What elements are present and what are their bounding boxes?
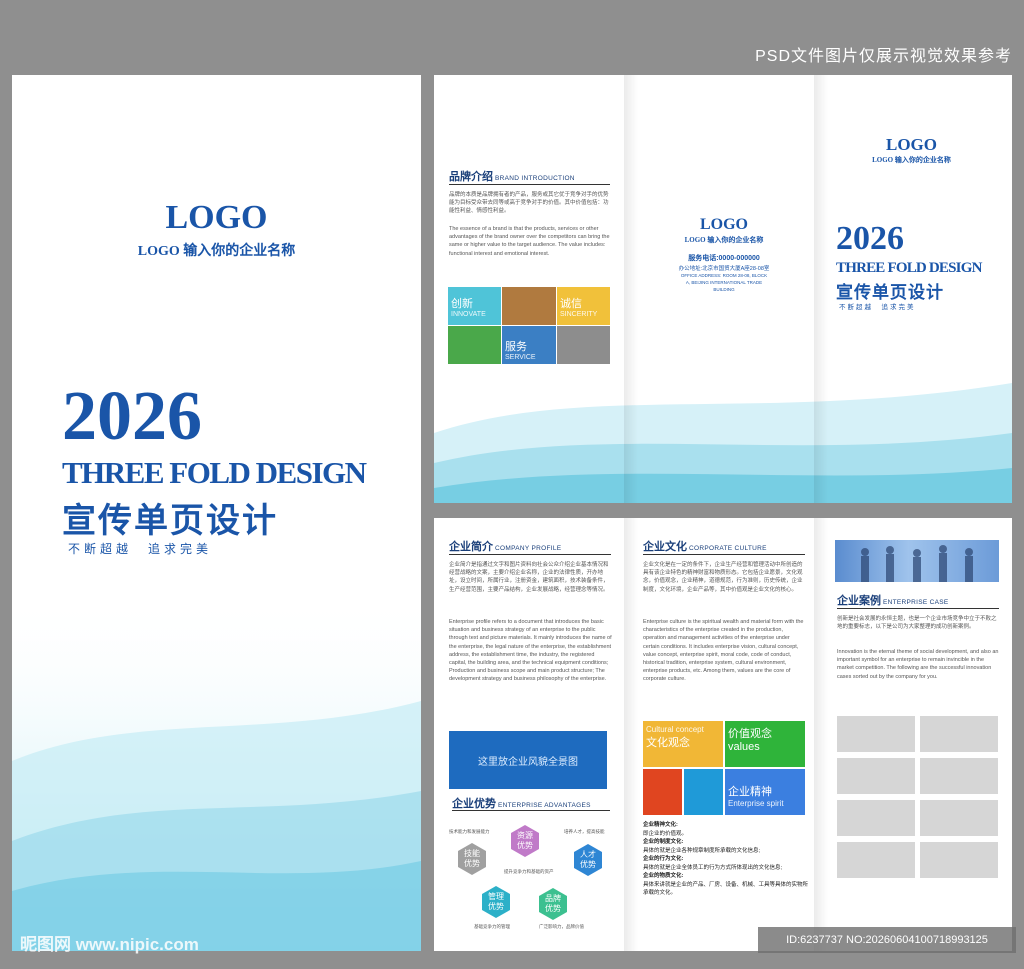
culture-tile-blue: [684, 769, 723, 815]
hex-skill: 技能优势: [458, 843, 486, 875]
right-logo-sub: LOGO 输入你的企业名称: [872, 156, 951, 164]
case-image-placeholder: [837, 800, 915, 836]
adv-caption: 广泛影响力，品牌价值: [539, 924, 584, 929]
hex-brand: 品牌优势: [539, 888, 567, 920]
adv-heading: 企业优势 ENTERPRISE ADVANTAGES: [452, 798, 591, 810]
right-title-en: THREE FOLD DESIGN: [836, 260, 982, 276]
cover-wave: [12, 591, 421, 951]
culture-heading: 企业文化 CORPORATE CULTURE: [643, 541, 767, 553]
cover-panel: LOGO LOGO 输入你的企业名称 2026 THREE FOLD DESIG…: [12, 75, 421, 951]
case-image-placeholder: [837, 758, 915, 794]
hex-resource: 资源优势: [511, 825, 539, 857]
panorama-placeholder: 这里放企业风貌全景图: [449, 731, 607, 789]
right-year: 2026: [836, 220, 904, 257]
mid-address-en: OFFICE ADDRESS: ROOM 28-08, BLOCK A, BEI…: [680, 273, 768, 292]
inner-trifold: 企业简介 COMPANY PROFILE 企业简介是指通过文字和图片资料向社会公众…: [434, 518, 1012, 951]
mid-address-cn: 办公地址:北京市国贸大厦A座28-08室: [678, 266, 770, 272]
culture-tile-spirit: 企业精神 Enterprise spirit: [725, 769, 805, 815]
right-title-cn: 宣传单页设计: [836, 283, 944, 302]
case-image-placeholder: [837, 716, 915, 752]
adv-heading-rule: [452, 810, 610, 811]
adv-caption: 基础竞争力的管理: [474, 924, 510, 929]
case-photo-figures: [861, 545, 973, 582]
brand-text-cn: 品牌的本质是品牌拥有者的产品，服务或其它优于竞争对手的优势能为目标受众带去同等或…: [449, 192, 609, 215]
right-logo: LOGO: [885, 135, 937, 154]
mid-logo: LOGO: [699, 216, 748, 233]
cover-slogan: 不断超越 追求完美: [68, 542, 213, 556]
case-text-cn: 创新是社会发展的永恒主题，也是一个企业市场竞争中立于不败之地的重要标志，以下是公…: [837, 616, 997, 631]
hex-talent: 人才优势: [574, 844, 602, 876]
culture-tile-values: 价值观念 values: [725, 721, 805, 767]
right-slogan: 不断超越 追求完美: [839, 304, 916, 311]
fold-shadow: [814, 518, 828, 951]
profile-heading-rule: [449, 554, 611, 555]
case-heading-rule: [837, 608, 999, 609]
adv-caption: 培养人才，提高技能: [564, 829, 605, 834]
hex-management: 管理优势: [482, 886, 510, 918]
case-image-placeholder: [837, 842, 915, 878]
case-text-en: Innovation is the eternal theme of socia…: [837, 649, 999, 680]
fold-shadow: [624, 75, 638, 503]
profile-text-cn: 企业简介是指通过文字和图片资料向社会公众介绍企业基本情况和经营战略的文案，主要介…: [449, 562, 609, 593]
tile-service: 服务 SERVICE: [502, 326, 556, 364]
profile-heading: 企业简介 COMPANY PROFILE: [449, 541, 562, 553]
case-image-placeholder: [920, 758, 998, 794]
culture-tile-red: [643, 769, 682, 815]
case-image-placeholder: [920, 842, 998, 878]
brand-heading-rule: [449, 184, 610, 185]
case-image-placeholder: [920, 800, 998, 836]
watermark-left: 昵图网 www.nipic.com: [20, 935, 199, 954]
culture-list-item: 企业精神文化: 即企业的价值观。: [643, 822, 688, 837]
case-heading: 企业案例 ENTERPRISE CASE: [837, 595, 949, 607]
tile-innovate: 创新 INNOVATE: [448, 287, 501, 325]
culture-text-en: Enterprise culture is the spiritual weal…: [643, 619, 804, 683]
cover-title-cn: 宣传单页设计: [62, 502, 278, 540]
adv-caption: 提升竞争力和基础的资产: [504, 869, 554, 874]
mid-logo-sub: LOGO 输入你的企业名称: [684, 236, 764, 244]
top-banner: PSD文件图片仅展示视觉效果参考: [755, 48, 1012, 65]
profile-text-en: Enterprise profile refers to a document …: [449, 619, 612, 683]
culture-list-item: 企业的物质文化: 具体来讲就是企业的产品、厂房、设备、机械、工具等具体的实物所承载…: [643, 873, 809, 896]
cover-title-en: THREE FOLD DESIGN: [62, 455, 367, 490]
outer-wave: [434, 383, 1012, 503]
tile-grey: [557, 326, 610, 364]
case-image-placeholder: [920, 716, 998, 752]
culture-list-item: 企业的制度文化: 具体的就是企业各种规章制度所承载的文化信息;: [643, 839, 761, 854]
tile-sincerity: 诚信 SINCERITY: [557, 287, 610, 325]
cover-logo: LOGO: [165, 199, 268, 236]
culture-tile-concept: Cultural concept 文化观念: [643, 721, 723, 767]
case-photo: [835, 540, 999, 582]
outer-trifold: 品牌介绍 BRAND INTRODUCTION 品牌的本质是品牌拥有者的产品，服务…: [434, 75, 1012, 503]
culture-text-cn: 企业文化是在一定的条件下，企业生产经营和管理活动中所创造的具有该企业特色的精神财…: [643, 562, 803, 593]
fold-shadow: [624, 518, 638, 951]
adv-caption: 技术能力和发展能力: [449, 829, 490, 834]
brand-heading: 品牌介绍 BRAND INTRODUCTION: [449, 171, 575, 183]
culture-heading-rule: [643, 554, 805, 555]
mid-phone: 服务电话:0000-000000: [688, 255, 760, 262]
tile-brown: [502, 287, 556, 325]
culture-list: 企业精神文化: 即企业的价值观。 企业的制度文化: 具体的就是企业各种规章制度所承载…: [643, 821, 808, 898]
cover-logo-sub: LOGO 输入你的企业名称: [137, 244, 296, 259]
watermark-right: ID:6237737 NO:20260604100718993125: [758, 927, 1016, 953]
brand-text-en: The essence of a brand is that the produ…: [449, 226, 610, 257]
culture-list-item: 企业的行为文化: 具体的就是企业全体员工的行为方式所体现出的文化信息;: [643, 856, 783, 871]
cover-year: 2026: [62, 378, 202, 455]
tile-green: [448, 326, 501, 364]
